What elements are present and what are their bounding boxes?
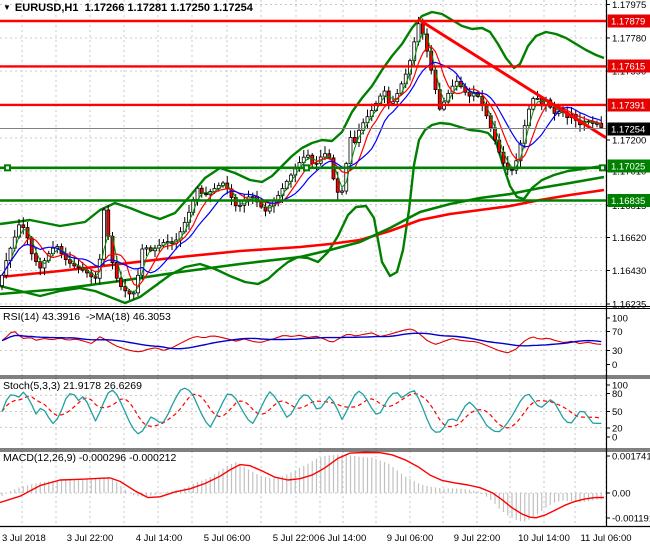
svg-text:9 Jul 22:00: 9 Jul 22:00 — [454, 533, 500, 544]
svg-text:5 Jul 22:00: 5 Jul 22:00 — [273, 533, 319, 544]
svg-text:1.16620: 1.16620 — [612, 233, 646, 244]
price-tag-1.17391: 1.17391 — [607, 98, 650, 112]
svg-text:5 Jul 06:00: 5 Jul 06:00 — [204, 533, 250, 544]
svg-text:30: 30 — [612, 346, 623, 357]
svg-text:3 Jul 22:00: 3 Jul 22:00 — [67, 533, 113, 544]
svg-text:0: 0 — [612, 360, 617, 371]
svg-text:4 Jul 14:00: 4 Jul 14:00 — [136, 533, 182, 544]
svg-text:70: 70 — [612, 327, 623, 338]
svg-text:10 Jul 14:00: 10 Jul 14:00 — [518, 533, 570, 544]
svg-text:1.17780: 1.17780 — [612, 34, 646, 45]
svg-text:100: 100 — [612, 314, 628, 325]
svg-text:80: 80 — [612, 389, 623, 400]
svg-text:1.17025: 1.17025 — [611, 162, 645, 173]
chart-title-text: EURUSD,H1 1.17266 1.17281 1.17250 1.1725… — [14, 2, 253, 14]
svg-text:1.16430: 1.16430 — [612, 266, 646, 277]
svg-text:1.17200: 1.17200 — [612, 136, 646, 147]
svg-text:0: 0 — [612, 433, 617, 444]
chart-dropdown-icon[interactable]: ▼ — [3, 3, 11, 12]
chart-title-bar: ▼ EURUSD,H1 1.17266 1.17281 1.17250 1.172… — [3, 2, 253, 14]
price-tag-1.17025: 1.17025 — [607, 159, 650, 173]
macd-indicator-label: MACD(12,26,9) -0.000296 -0.000212 — [3, 452, 177, 464]
svg-text:-0.001191: -0.001191 — [612, 514, 650, 525]
svg-text:3 Jul 2018: 3 Jul 2018 — [2, 533, 46, 544]
svg-text:1.17879: 1.17879 — [611, 17, 645, 28]
svg-text:9 Jul 06:00: 9 Jul 06:00 — [387, 533, 433, 544]
svg-text:1.17975: 1.17975 — [612, 0, 646, 11]
svg-text:11 Jul 06:00: 11 Jul 06:00 — [580, 533, 631, 544]
svg-text:50: 50 — [612, 407, 623, 418]
stoch-indicator-label: Stoch(5,3,3) 21.9178 26.6269 — [3, 380, 142, 392]
price-tag-1.17615: 1.17615 — [607, 59, 650, 73]
svg-text:1.16235: 1.16235 — [612, 300, 646, 311]
svg-text:1.16835: 1.16835 — [611, 196, 645, 207]
time-scale[interactable]: 3 Jul 2018 3 Jul 22:00 4 Jul 14:00 5 Jul 06… — [2, 533, 632, 544]
price-tag-1.17254: 1.17254 — [607, 122, 650, 136]
svg-text:1.17615: 1.17615 — [611, 62, 645, 73]
svg-text:0.00: 0.00 — [612, 489, 631, 500]
chart-window[interactable]: 1.179751.177801.175901.172001.170101.168… — [0, 0, 650, 550]
svg-text:6 Jul 14:00: 6 Jul 14:00 — [320, 533, 366, 544]
svg-text:1.17391: 1.17391 — [611, 101, 645, 112]
price-tag-1.17879: 1.17879 — [607, 14, 650, 28]
svg-text:1.17254: 1.17254 — [611, 125, 645, 136]
price-tag-1.16835: 1.16835 — [607, 194, 650, 207]
svg-text:0.001741: 0.001741 — [612, 452, 650, 463]
rsi-indicator-label: RSI(14) 43.3916 ->MA(18) 46.3053 — [3, 311, 171, 323]
chart-plot-area[interactable]: 1.179751.177801.175901.172001.170101.168… — [0, 0, 650, 550]
